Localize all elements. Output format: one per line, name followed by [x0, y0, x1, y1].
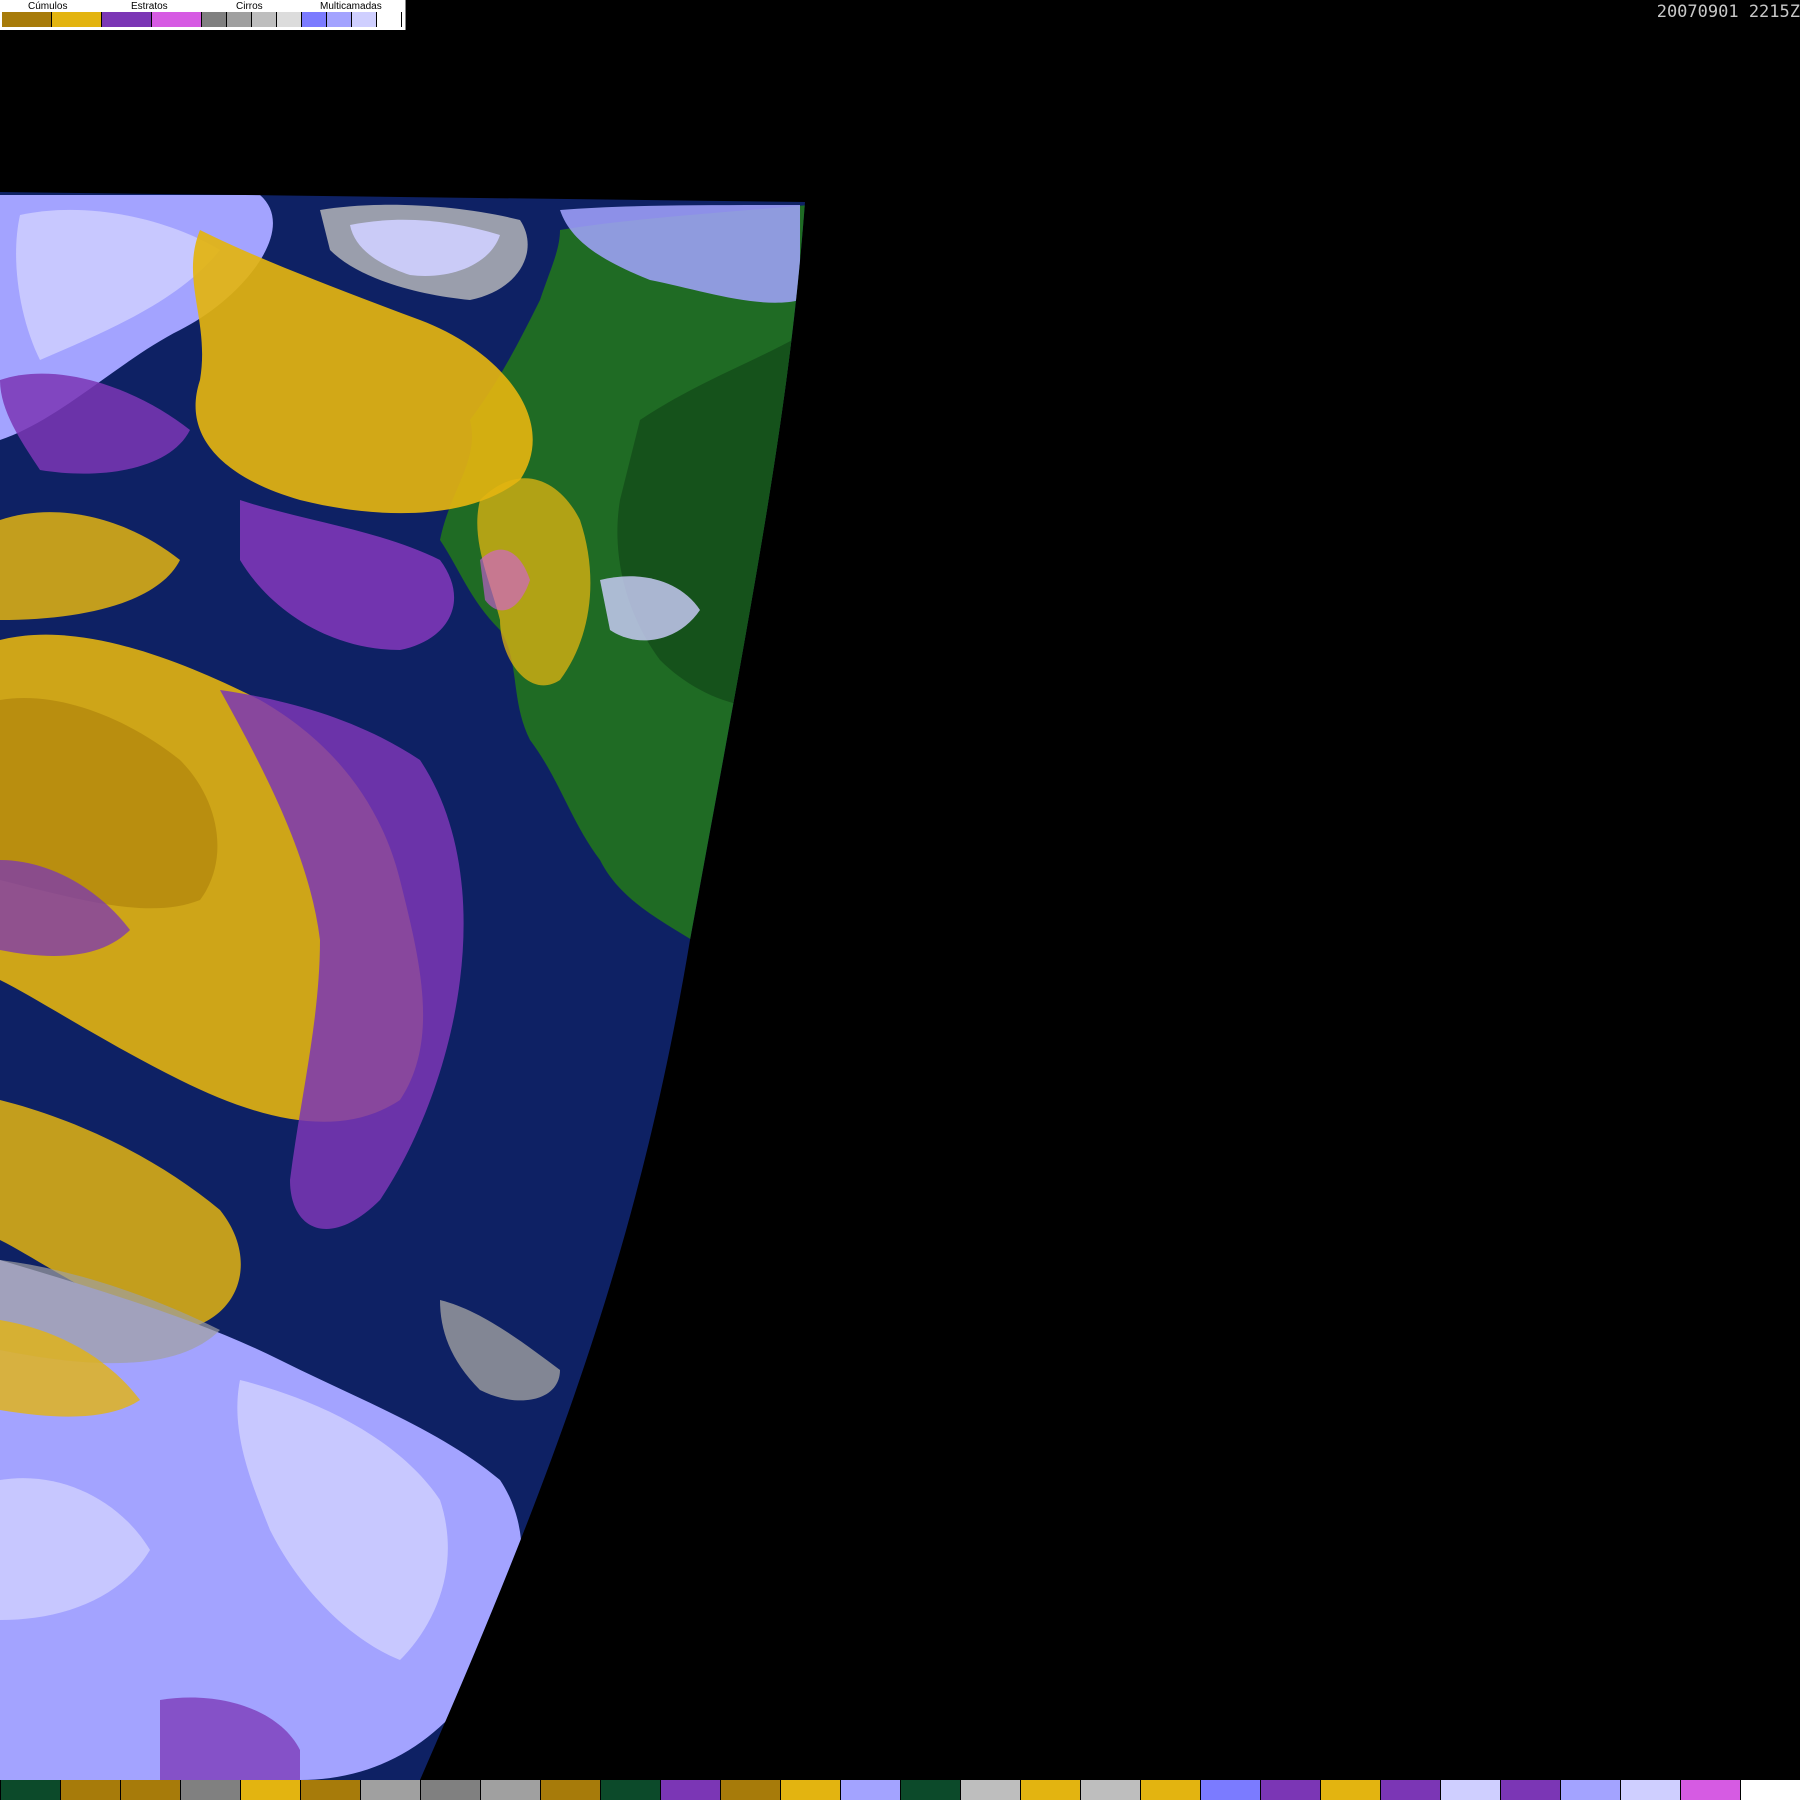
legend-label-multicamadas: Multicamadas: [320, 1, 382, 12]
legend-swatch-cúmulos-1: [2, 12, 52, 27]
bottom-bar-cell: [840, 1780, 900, 1800]
bottom-bar-cell: [1680, 1780, 1740, 1800]
legend-label-cirros: Cirros: [236, 1, 263, 12]
legend-swatches: [2, 12, 402, 27]
legend-swatch-cirros-3: [252, 12, 277, 27]
bottom-bar-cell: [180, 1780, 240, 1800]
bottom-bar-cell: [420, 1780, 480, 1800]
bottom-bar-cell: [1020, 1780, 1080, 1800]
bottom-bar-cell: [1200, 1780, 1260, 1800]
bottom-bar-cell: [1620, 1780, 1680, 1800]
bottom-bar-cell: [1740, 1780, 1800, 1800]
legend-swatch-multicamadas-3: [352, 12, 377, 27]
bottom-bar-cell: [660, 1780, 720, 1800]
bottom-bar-cell: [1140, 1780, 1200, 1800]
bottom-bar-cell: [900, 1780, 960, 1800]
bottom-bar-cell: [1080, 1780, 1140, 1800]
bottom-bar-cell: [480, 1780, 540, 1800]
timestamp: 20070901 2215Z: [1656, 2, 1800, 22]
legend-swatch-multicamadas-2: [327, 12, 352, 27]
bottom-bar-cell: [1320, 1780, 1380, 1800]
bottom-bar-cell: [720, 1780, 780, 1800]
bottom-bar-cell: [540, 1780, 600, 1800]
bottom-bar-cell: [600, 1780, 660, 1800]
bottom-bar-cell: [1560, 1780, 1620, 1800]
legend-label-estratos: Estratos: [131, 1, 168, 12]
bottom-bar-cell: [1500, 1780, 1560, 1800]
bottom-bar-cell: [1260, 1780, 1320, 1800]
cloud-type-legend: Cúmulos Estratos Cirros Multicamadas: [0, 0, 406, 30]
legend-swatch-estratos-2: [152, 12, 202, 27]
bottom-color-bar: [0, 1780, 1800, 1800]
legend-swatch-cúmulos-2: [52, 12, 102, 27]
bottom-bar-cell: [780, 1780, 840, 1800]
legend-swatch-multicamadas-1: [302, 12, 327, 27]
bottom-bar-cell: [0, 1780, 60, 1800]
bottom-bar-cell: [1380, 1780, 1440, 1800]
bottom-bar-cell: [60, 1780, 120, 1800]
legend-swatch-cirros-4: [277, 12, 302, 27]
legend-swatch-cirros-2: [227, 12, 252, 27]
bottom-bar-cell: [960, 1780, 1020, 1800]
earth-disk: [0, 192, 805, 1780]
satellite-cloud-classification-map: [0, 192, 805, 1780]
bottom-bar-cell: [1440, 1780, 1500, 1800]
legend-label-cumulos: Cúmulos: [28, 1, 68, 12]
legend-swatch-multicamadas-4: [377, 12, 402, 27]
bottom-bar-cell: [360, 1780, 420, 1800]
bottom-bar-cell: [300, 1780, 360, 1800]
legend-swatch-cirros-1: [202, 12, 227, 27]
bottom-bar-cell: [120, 1780, 180, 1800]
bottom-bar-cell: [240, 1780, 300, 1800]
legend-swatch-estratos-1: [102, 12, 152, 27]
